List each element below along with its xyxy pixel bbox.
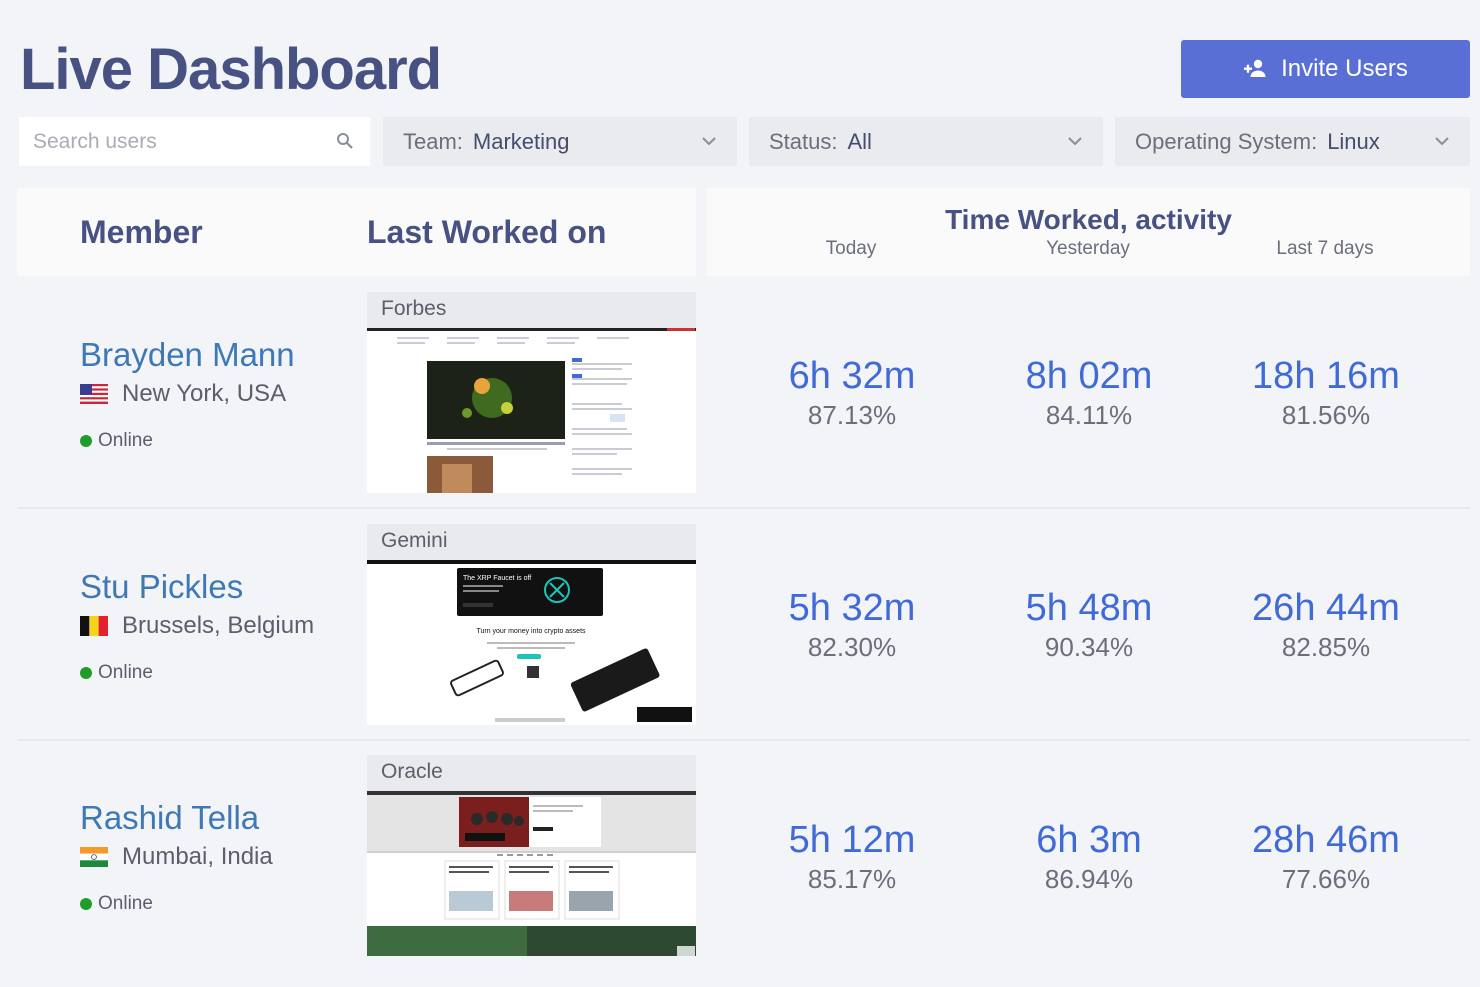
yesterday-activity: 86.94% [1044, 864, 1134, 894]
table-header-left: Member Last Worked on [17, 188, 696, 276]
yesterday-time: 6h 3m [1036, 819, 1142, 861]
add-user-icon [1244, 59, 1266, 77]
chevron-down-icon [1068, 137, 1082, 146]
last-worked-screenshot[interactable]: Oracle [367, 755, 696, 956]
member-location: Mumbai, India [80, 843, 273, 871]
today-metric: 5h 12m 85.17% [742, 818, 962, 896]
yesterday-activity: 84.11% [1045, 400, 1133, 430]
us-flag-icon [80, 384, 108, 404]
member-name[interactable]: Stu Pickles [80, 568, 243, 606]
team-filter-value: Marketing [472, 128, 570, 154]
online-dot-icon [80, 435, 92, 447]
table-row: Brayden Mann New York, USA Online Forbes [17, 276, 1470, 506]
screenshot-promo-text: The XRP Faucet is off [463, 575, 531, 582]
status-label: Online [98, 893, 153, 914]
belgium-flag-icon [80, 616, 108, 636]
yesterday-subheader: Yesterday [1046, 238, 1130, 259]
member-location-label: Mumbai, India [122, 843, 273, 870]
yesterday-metric: 6h 3m 86.94% [979, 818, 1199, 896]
table-row: Rashid Tella Mumbai, India Online Oracle [17, 740, 1470, 970]
member-name[interactable]: Brayden Mann [80, 336, 295, 374]
page-title: Live Dashboard [20, 37, 442, 102]
today-activity: 87.13% [807, 400, 897, 430]
member-location-label: New York, USA [122, 380, 287, 407]
member-name[interactable]: Rashid Tella [80, 799, 259, 837]
status-badge: Online [80, 893, 153, 915]
last-7-days-metric: 26h 44m 82.85% [1216, 586, 1436, 664]
time-worked-column-header: Time Worked, activity [945, 204, 1232, 235]
today-subheader: Today [825, 238, 877, 259]
yesterday-activity: 90.34% [1044, 632, 1134, 662]
today-time: 6h 32m [788, 355, 916, 397]
last-7-days-activity: 81.56% [1281, 400, 1371, 430]
last-worked-screenshot[interactable]: Gemini The XRP Faucet is off Turn your m… [367, 524, 696, 725]
yesterday-time: 8h 02m [1025, 355, 1153, 397]
last-7-days-time: 26h 44m [1252, 587, 1400, 629]
yesterday-metric: 5h 48m 90.34% [979, 586, 1199, 664]
last-worked-screenshot[interactable]: Forbes [367, 292, 696, 493]
status-badge: Online [80, 662, 153, 684]
last-7-days-subheader: Last 7 days [1276, 238, 1374, 259]
status-filter-label: Status: [769, 128, 838, 154]
os-filter-value: Linux [1327, 128, 1380, 154]
last-7-days-metric: 18h 16m 81.56% [1216, 354, 1436, 432]
invite-users-label: Invite Users [1281, 55, 1408, 82]
status-filter-dropdown[interactable]: Status: All [749, 117, 1103, 166]
screenshot-site-name: Forbes [367, 292, 696, 328]
table-header-right: Time Worked, activity Today Yesterday La… [707, 188, 1470, 276]
team-filter-dropdown[interactable]: Team: Marketing [383, 117, 737, 166]
status-badge: Online [80, 430, 153, 452]
screenshot-thumbnail [367, 791, 696, 956]
last-7-days-metric: 28h 46m 77.66% [1216, 818, 1436, 896]
yesterday-time: 5h 48m [1025, 587, 1153, 629]
last-worked-column-header: Last Worked on [367, 214, 607, 250]
screenshot-thumbnail [367, 328, 696, 493]
today-metric: 5h 32m 82.30% [742, 586, 962, 664]
chevron-down-icon [1435, 137, 1449, 146]
member-column-header: Member [80, 214, 203, 250]
member-location-label: Brussels, Belgium [122, 612, 315, 639]
today-activity: 85.17% [807, 864, 897, 894]
member-location: New York, USA [80, 380, 286, 408]
last-7-days-time: 28h 46m [1252, 819, 1400, 861]
screenshot-site-name: Gemini [367, 524, 696, 560]
yesterday-metric: 8h 02m 84.11% [979, 354, 1199, 432]
last-7-days-time: 18h 16m [1252, 355, 1400, 397]
today-metric: 6h 32m 87.13% [742, 354, 962, 432]
online-dot-icon [80, 667, 92, 679]
member-location: Brussels, Belgium [80, 612, 314, 640]
last-7-days-activity: 82.85% [1281, 632, 1371, 662]
table-row: Stu Pickles Brussels, Belgium Online Gem… [17, 508, 1470, 738]
today-activity: 82.30% [807, 632, 897, 662]
online-dot-icon [80, 898, 92, 910]
status-label: Online [98, 430, 153, 451]
status-label: Online [98, 662, 153, 683]
today-time: 5h 12m [788, 819, 916, 861]
screenshot-headline-text: Turn your money into crypto assets [476, 628, 586, 635]
last-7-days-activity: 77.66% [1281, 864, 1371, 894]
invite-users-button[interactable]: Invite Users [1181, 40, 1470, 98]
team-filter-label: Team: [403, 128, 463, 154]
search-box [19, 117, 370, 166]
search-input[interactable] [19, 129, 319, 154]
screenshot-thumbnail: The XRP Faucet is off Turn your money in… [367, 560, 696, 725]
os-filter-label: Operating System: [1135, 128, 1318, 154]
os-filter-dropdown[interactable]: Operating System: Linux [1115, 117, 1470, 166]
india-flag-icon [80, 847, 108, 867]
today-time: 5h 32m [788, 587, 916, 629]
status-filter-value: All [847, 128, 872, 154]
chevron-down-icon [702, 137, 716, 146]
search-icon[interactable] [336, 132, 354, 150]
screenshot-site-name: Oracle [367, 755, 696, 791]
